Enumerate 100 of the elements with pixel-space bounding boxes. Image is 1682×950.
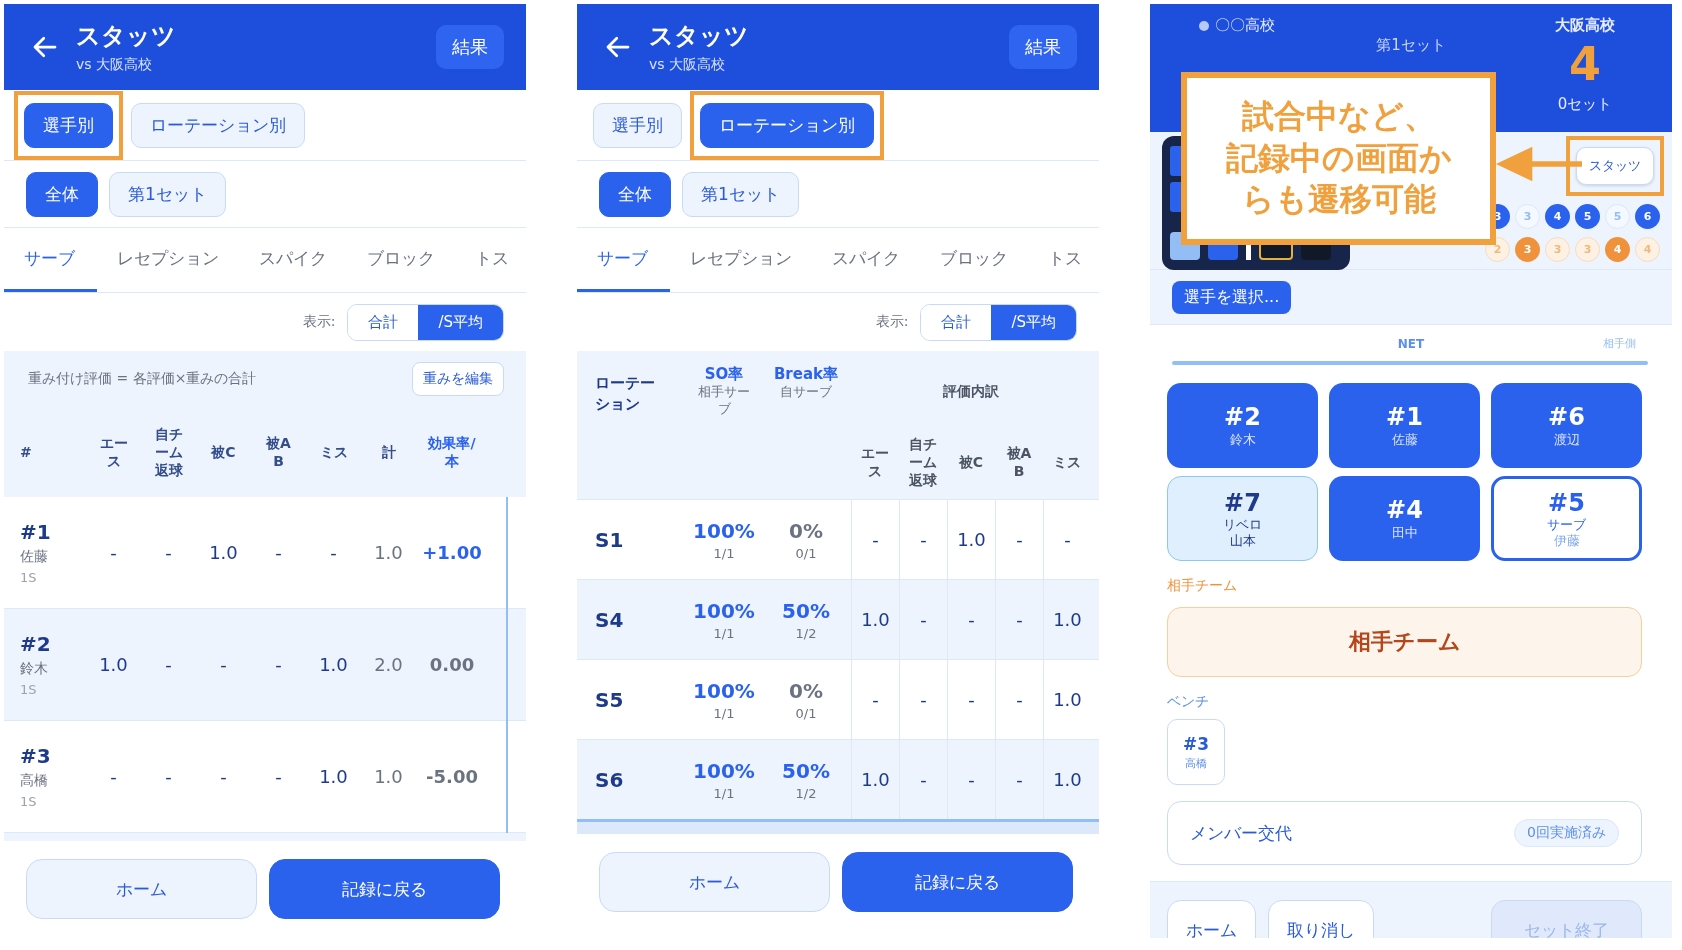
set-filter-button[interactable]: 全体: [599, 171, 671, 217]
view-mode-button[interactable]: ローテーション別: [700, 102, 874, 148]
section-label: 相手チーム: [1167, 577, 1238, 595]
break-count: 0/1: [795, 545, 817, 561]
result-button[interactable]: 結果: [436, 25, 504, 69]
player-button[interactable]: #7 リベロ 山本: [1167, 476, 1318, 561]
rally-point: 3: [1575, 237, 1600, 262]
column-header: 計: [380, 442, 397, 462]
table-cell-text: 1.0: [373, 542, 404, 563]
stats-button[interactable]: スタッツ: [1576, 147, 1654, 185]
table-cell-text: 1.0: [98, 654, 129, 675]
column-header: ミス: [318, 442, 349, 462]
so-count: 1/1: [713, 785, 735, 801]
substitution-card[interactable]: メンバー交代 0回実施済み: [1167, 801, 1642, 865]
rally-point: 6: [1635, 204, 1660, 229]
display-label: 表示:: [302, 313, 336, 331]
table-cell-text: 1.0: [318, 766, 349, 787]
opponent-team-button[interactable]: 相手チーム: [1167, 607, 1642, 677]
column-header: SO率: [704, 365, 744, 384]
display-option[interactable]: /S平均: [991, 304, 1076, 340]
view-mode-button[interactable]: 選手別: [24, 102, 113, 148]
player-name: 佐藤: [20, 548, 49, 566]
category-tab[interactable]: ブロック: [347, 228, 455, 292]
set-count: 1S: [20, 794, 38, 809]
view-mode-button[interactable]: ローテーション別: [131, 102, 305, 148]
table-cell-text: -: [219, 654, 228, 675]
screen-title: スタッツ: [649, 21, 750, 52]
rally-point: 3: [1515, 204, 1540, 229]
player-button[interactable]: #2 鈴木: [1167, 383, 1318, 468]
player-button[interactable]: #5 サーブ 伊藤: [1491, 476, 1642, 561]
display-option[interactable]: /S平均: [418, 304, 503, 340]
table-cell-text: -: [109, 766, 118, 787]
rate-cell-text: -5.00: [425, 766, 479, 787]
opponent-subtitle: vs 大阪高校: [649, 56, 727, 74]
table-cell-text: 1.0: [318, 654, 349, 675]
set-filter-button[interactable]: 第1セット: [682, 171, 799, 217]
category-tab[interactable]: レセプション: [97, 228, 239, 292]
select-player-button[interactable]: 選手を選択...: [1172, 280, 1292, 314]
footer-button[interactable]: 記録に戻る: [269, 859, 500, 919]
category-tab[interactable]: サーブ: [577, 228, 670, 292]
player-button[interactable]: #6 渡辺: [1491, 383, 1642, 468]
break-rate: 0%: [789, 518, 823, 543]
rally-point: 3: [1515, 237, 1540, 262]
opponent-side-label: 相手側: [1603, 336, 1636, 351]
table-cell-text: -: [219, 766, 228, 787]
footer-button[interactable]: ホーム: [599, 852, 830, 912]
player-number: #2: [20, 632, 52, 656]
column-header: ミス: [1053, 453, 1081, 472]
so-count: 1/1: [713, 705, 735, 721]
bottom-button[interactable]: 取り消し: [1268, 900, 1374, 938]
break-count: 1/2: [795, 625, 817, 641]
rally-point: 3: [1545, 237, 1570, 262]
column-subheader: 自サーブ: [779, 384, 833, 401]
column-group-header: 評価内訳: [942, 383, 1000, 401]
so-count: 1/1: [713, 625, 735, 641]
result-button[interactable]: 結果: [1009, 25, 1077, 69]
bench-player-button[interactable]: #3 高橋: [1167, 719, 1225, 785]
view-mode-button[interactable]: 選手別: [593, 102, 682, 148]
screen-title: スタッツ: [76, 21, 177, 52]
bottom-button[interactable]: ホーム: [1167, 900, 1256, 938]
category-tab[interactable]: ブロック: [920, 228, 1028, 292]
player-name: 鈴木: [20, 660, 49, 678]
category-tab[interactable]: トス: [455, 228, 526, 292]
table-cell-text: -: [329, 542, 338, 563]
column-header: Break率: [773, 365, 839, 384]
column-header: 自チーム返球: [153, 424, 184, 480]
player-number: #3: [20, 744, 52, 768]
column-header: 自チーム返球: [909, 435, 937, 490]
column-header: ローテーション: [595, 373, 656, 415]
break-count: 0/1: [795, 705, 817, 721]
category-tab[interactable]: トス: [1028, 228, 1099, 292]
player-button[interactable]: #1 佐藤: [1329, 383, 1480, 468]
category-tab[interactable]: レセプション: [670, 228, 812, 292]
category-tab[interactable]: サーブ: [4, 228, 97, 292]
table-cell-text: 2.0: [373, 654, 404, 675]
substitution-count-badge: 0回実施済み: [1514, 819, 1619, 847]
break-rate: 50%: [782, 598, 830, 623]
category-tab[interactable]: スパイク: [239, 228, 347, 292]
substitution-label: メンバー交代: [1190, 821, 1292, 845]
footer-button[interactable]: 記録に戻る: [842, 852, 1073, 912]
column-header: 効果率/本: [427, 433, 477, 471]
column-header: #: [20, 442, 32, 462]
rotation-label: S6: [595, 767, 625, 792]
player-button[interactable]: #4 田中: [1329, 476, 1480, 561]
edit-weights-button[interactable]: 重みを編集: [412, 362, 504, 396]
set-filter-button[interactable]: 第1セット: [109, 171, 226, 217]
callout-text: 試合中など、 記録中の画面か らも遷移可能: [1225, 96, 1452, 221]
set-count: 1S: [20, 682, 38, 697]
set-filter-button[interactable]: 全体: [26, 171, 98, 217]
set-label: 第1セット: [1376, 36, 1446, 55]
column-header: エース: [861, 444, 889, 481]
rate-cell-text: 0.00: [428, 654, 476, 675]
footer-button[interactable]: ホーム: [26, 859, 257, 919]
category-tab[interactable]: スパイク: [812, 228, 920, 292]
display-label: 表示:: [875, 313, 909, 331]
table-cell-text: -: [274, 654, 283, 675]
column-header: エース: [98, 433, 129, 471]
so-rate: 100%: [693, 678, 755, 703]
team-score: 4: [1569, 41, 1601, 87]
break-rate: 50%: [782, 758, 830, 783]
